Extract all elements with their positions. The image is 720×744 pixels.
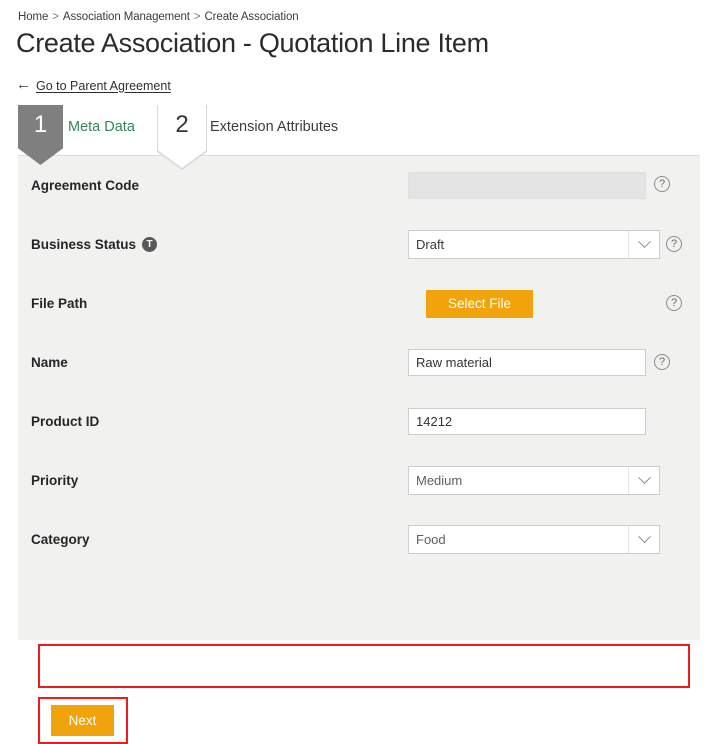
form-row-file-path: File Path Select File ? (18, 274, 700, 333)
business-status-dropdown[interactable]: Draft (408, 230, 660, 259)
next-button-wrapper: Next (51, 705, 114, 736)
tab-extension-attributes[interactable]: Extension Attributes (210, 119, 338, 135)
agreement-code-input[interactable] (408, 172, 646, 199)
field-agreement-code (408, 172, 646, 199)
form-row-category: Category Food (18, 510, 700, 569)
chevron-down-icon (628, 231, 659, 258)
chevron-down-icon (628, 467, 659, 494)
field-category: Food (408, 525, 660, 554)
help-icon-file-path[interactable]: ? (666, 295, 682, 311)
breadcrumb-item-association-management[interactable]: Association Management (63, 11, 190, 23)
select-file-button[interactable]: Select File (426, 290, 533, 318)
breadcrumb: Home>Association Management>Create Assoc… (18, 11, 299, 23)
field-priority: Medium (408, 466, 660, 495)
chevron-down-icon (628, 526, 659, 553)
field-product-id (408, 408, 646, 435)
breadcrumb-item-home[interactable]: Home (18, 11, 48, 23)
breadcrumb-separator: > (52, 11, 59, 23)
help-icon-business-status[interactable]: ? (666, 236, 682, 252)
category-value: Food (409, 526, 628, 553)
label-name: Name (31, 355, 68, 370)
form-row-business-status: Business Status T Draft ? (18, 215, 700, 274)
label-agreement-code: Agreement Code (31, 178, 139, 193)
arrow-left-icon: ← (16, 77, 31, 92)
go-to-parent-agreement-link[interactable]: ← Go to Parent Agreement (16, 78, 171, 93)
product-id-input[interactable] (408, 408, 646, 435)
label-name-text: Name (31, 355, 68, 370)
page-title: Create Association - Quotation Line Item (16, 28, 489, 59)
step-1-number: 1 (34, 113, 47, 137)
label-priority-text: Priority (31, 473, 78, 488)
label-file-path: File Path (31, 296, 87, 311)
label-category-text: Category (31, 532, 90, 547)
tab-meta-data[interactable]: Meta Data (68, 119, 135, 135)
form-row-agreement-code: Agreement Code ? (18, 156, 700, 215)
content-panel: 1 Meta Data 2 Extension Attributes Agree… (18, 105, 700, 640)
meta-data-form: Agreement Code ? Business Status T Draft… (18, 156, 700, 569)
label-business-status: Business Status T (31, 237, 157, 252)
label-business-status-text: Business Status (31, 237, 136, 252)
field-business-status: Draft (408, 230, 660, 259)
help-icon-agreement-code[interactable]: ? (654, 176, 670, 192)
form-row-name: Name ? (18, 333, 700, 392)
go-to-parent-agreement-label: Go to Parent Agreement (36, 79, 171, 93)
field-file-path: Select File (426, 290, 533, 318)
annotation-box-category (38, 644, 690, 688)
field-name (408, 349, 646, 376)
help-icon-name[interactable]: ? (654, 354, 670, 370)
form-row-product-id: Product ID (18, 392, 700, 451)
label-product-id: Product ID (31, 414, 99, 429)
priority-value: Medium (409, 467, 628, 494)
label-priority: Priority (31, 473, 78, 488)
label-agreement-code-text: Agreement Code (31, 178, 139, 193)
tooltip-icon[interactable]: T (142, 237, 157, 252)
step-2-number: 2 (175, 113, 188, 137)
breadcrumb-item-create-association[interactable]: Create Association (204, 11, 298, 23)
breadcrumb-separator: > (194, 11, 201, 23)
category-dropdown[interactable]: Food (408, 525, 660, 554)
label-category: Category (31, 532, 90, 547)
name-input[interactable] (408, 349, 646, 376)
priority-dropdown[interactable]: Medium (408, 466, 660, 495)
label-file-path-text: File Path (31, 296, 87, 311)
form-row-priority: Priority Medium (18, 451, 700, 510)
business-status-value: Draft (409, 231, 628, 258)
label-product-id-text: Product ID (31, 414, 99, 429)
next-button[interactable]: Next (51, 705, 114, 736)
